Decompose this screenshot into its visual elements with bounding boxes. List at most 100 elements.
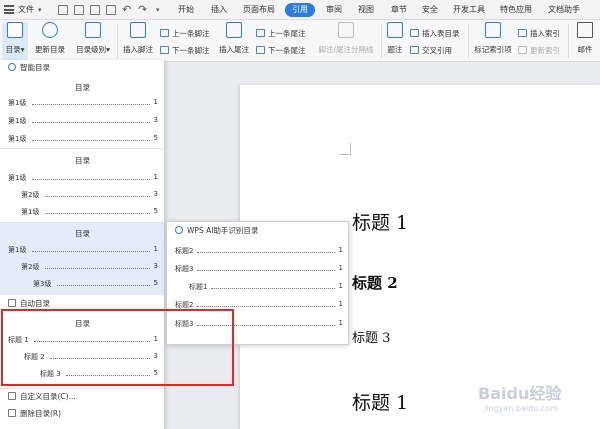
prev-footnote-button[interactable]: 上一条脚注 <box>160 28 210 40</box>
next-footnote-button[interactable]: 下一条脚注 <box>160 45 210 57</box>
toc-line: 第1级 1 <box>8 245 158 254</box>
delete-toc-menu-item[interactable]: 删除目录(R) <box>0 407 164 421</box>
insert-footnote-button[interactable]: 插入脚注 <box>120 22 156 55</box>
caption-icon <box>387 22 403 38</box>
prev-footnote-icon <box>160 29 169 37</box>
undo-icon[interactable]: ↶ <box>122 3 131 16</box>
toc-line: 第1级 5 <box>8 134 158 143</box>
footnote-icon <box>130 22 146 38</box>
toc-button[interactable]: 目录▾ <box>2 22 28 60</box>
watermark-url: jingyan.baidu.com <box>484 404 558 413</box>
mail-button[interactable]: 邮件 <box>572 22 598 55</box>
wps-ai-icon <box>175 226 183 234</box>
toc-template-2[interactable]: 目录 第1级 1 第2级 3 第1级 5 <box>0 149 164 222</box>
toc-template-title: 目录 <box>75 156 90 165</box>
highlight-annotation-box <box>1 309 234 386</box>
ribbon-separator <box>381 24 382 58</box>
divider <box>0 388 164 389</box>
smart-toc-icon <box>8 63 16 71</box>
delete-toc-icon <box>8 409 16 417</box>
prev-endnote-icon <box>256 29 265 37</box>
doc-heading-1[interactable]: 标题 1 <box>352 208 408 235</box>
tab-section[interactable]: 章节 <box>385 3 413 17</box>
margin-corner-mark <box>339 143 351 155</box>
insert-index-icon <box>518 29 527 37</box>
export-icon[interactable] <box>74 5 84 15</box>
caption-button[interactable]: 题注 <box>384 22 406 55</box>
toc-template-1[interactable]: 目录 第1级 1 第1级 3 第1级 5 <box>0 75 164 148</box>
toc-level-button[interactable]: 目录级别▾ <box>72 22 114 55</box>
toc-icon <box>7 22 23 38</box>
insert-table-toc-button[interactable]: 插入表目录 <box>410 28 460 40</box>
tab-page-layout[interactable]: 页面布局 <box>238 3 280 17</box>
wps-ai-header: WPS AI助手识别目录 <box>167 224 350 238</box>
cross-ref-icon <box>410 46 419 54</box>
baidu-watermark: Baidu经验 jingyan.baidu.com <box>478 380 598 420</box>
insert-index-button[interactable]: 插入索引 <box>518 28 560 40</box>
prev-endnote-button[interactable]: 上一条尾注 <box>256 28 306 40</box>
custom-toc-icon <box>8 392 16 400</box>
toc-line: 第1级 1 <box>8 173 158 182</box>
tab-assistant[interactable]: 文档助手 <box>542 3 586 17</box>
toc-line: 第2级 3 <box>21 262 158 271</box>
toc-line: 第1级 1 <box>8 98 158 107</box>
insert-footnote-label: 插入脚注 <box>123 45 153 54</box>
insert-endnote-button[interactable]: 插入尾注 <box>216 22 252 55</box>
mail-label: 邮件 <box>577 45 593 54</box>
doc-heading-3[interactable]: 标题 3 <box>352 327 390 346</box>
tab-special[interactable]: 特色应用 <box>495 3 537 17</box>
tab-security[interactable]: 安全 <box>416 3 444 17</box>
next-endnote-icon <box>256 46 265 54</box>
toc-line: 第1级 5 <box>21 207 158 216</box>
toc-level-label: 目录级别▾ <box>76 45 110 54</box>
toc-line: 第1级 3 <box>8 116 158 125</box>
toc-line: 第2级 3 <box>21 190 158 199</box>
toc-template-title: 目录 <box>75 83 90 92</box>
ribbon-separator <box>568 24 569 58</box>
endnote-icon <box>226 22 242 38</box>
update-toc-label: 更新目录 <box>35 45 65 54</box>
separator-icon <box>338 22 354 38</box>
tab-references[interactable]: 引用 <box>285 3 315 17</box>
print-icon[interactable] <box>90 5 100 15</box>
next-footnote-icon <box>160 46 169 54</box>
ribbon-separator <box>117 24 118 58</box>
ai-toc-line: 标题1 1 <box>189 282 343 291</box>
file-menu[interactable]: 文件 <box>18 0 34 20</box>
toc-label: 目录▾ <box>5 45 25 54</box>
cross-ref-button[interactable]: 交叉引用 <box>410 45 452 57</box>
tab-review[interactable]: 审阅 <box>320 3 348 17</box>
tab-insert[interactable]: 插入 <box>205 3 233 17</box>
tab-view[interactable]: 视图 <box>352 3 380 17</box>
update-index-button: 更新索引 <box>518 45 560 57</box>
next-endnote-button[interactable]: 下一条尾注 <box>256 45 306 57</box>
insert-endnote-label: 插入尾注 <box>219 45 249 54</box>
mark-index-icon <box>485 22 501 38</box>
refresh-icon <box>42 22 58 38</box>
doc-heading-2[interactable]: 标题 2 <box>352 272 398 293</box>
mark-index-button[interactable]: 标记索引项 <box>472 22 514 55</box>
toc-template-3[interactable]: 目录 第1级 1 第2级 3 第3级 5 <box>0 223 164 295</box>
doc-heading-4[interactable]: 标题 1 <box>352 388 408 415</box>
auto-toc-icon <box>8 299 16 307</box>
custom-toc-menu-item[interactable]: 自定义目录(C)... <box>0 390 164 404</box>
footnote-separator-button: 脚注/尾注分隔线 <box>314 22 378 55</box>
print-preview-icon[interactable] <box>106 5 116 15</box>
mail-icon <box>577 22 593 38</box>
redo-icon[interactable]: ↷ <box>138 3 147 16</box>
caption-label: 题注 <box>387 45 403 54</box>
save-icon[interactable] <box>58 5 68 15</box>
ai-toc-line: 标题3 1 <box>175 264 343 273</box>
chevron-down-icon[interactable]: ▾ <box>156 6 160 14</box>
update-toc-button[interactable]: 更新目录 <box>32 22 68 55</box>
tab-home[interactable]: 开始 <box>172 3 200 17</box>
toc-line: 第3级 5 <box>33 279 158 288</box>
chevron-down-icon[interactable]: ▾ <box>38 6 42 14</box>
menu-icon-mid <box>4 9 14 11</box>
table-toc-icon <box>410 29 419 37</box>
toc-template-title: 目录 <box>75 229 90 238</box>
toc-level-icon <box>85 22 101 38</box>
footnote-separator-label: 脚注/尾注分隔线 <box>318 45 374 54</box>
mark-index-label: 标记索引项 <box>474 45 512 54</box>
tab-developer[interactable]: 开发工具 <box>448 3 490 17</box>
